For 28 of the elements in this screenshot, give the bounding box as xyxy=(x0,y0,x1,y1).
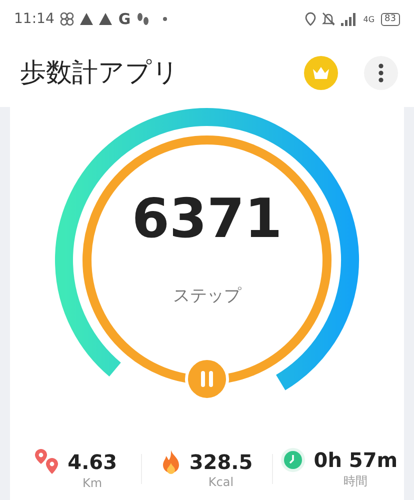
pause-icon xyxy=(200,371,214,387)
step-count: 6371 xyxy=(132,187,282,250)
more-icon xyxy=(378,62,384,83)
flame-icon xyxy=(161,448,182,474)
dot-icon xyxy=(162,17,167,22)
step-unit: ステップ xyxy=(173,285,241,307)
premium-button[interactable] xyxy=(304,56,338,90)
clock-icon xyxy=(280,447,306,473)
bell-off-icon xyxy=(322,12,336,26)
stat-value: 0h 57m xyxy=(314,448,398,472)
status-time: 11:14 xyxy=(14,11,54,28)
stat-unit: Km xyxy=(82,476,104,490)
stat-unit: 時間 xyxy=(342,473,369,490)
location-icon xyxy=(305,12,316,26)
crown-icon xyxy=(312,66,330,80)
app-title: 歩数計アプリ xyxy=(20,57,180,90)
network-type: 4G xyxy=(363,14,375,24)
signal-icon xyxy=(341,12,358,26)
stat-value: 4.63 xyxy=(68,450,118,474)
stat-unit: Kcal xyxy=(207,474,235,488)
triangle-icon xyxy=(80,13,94,26)
notification-letter: G xyxy=(118,10,131,28)
stat-value: 328.5 xyxy=(189,450,253,474)
battery-level: 83 xyxy=(380,12,400,26)
footprints-icon xyxy=(136,12,149,27)
triangle-icon xyxy=(99,13,112,26)
location-pins-icon xyxy=(34,448,60,476)
more-menu-button[interactable] xyxy=(364,56,398,90)
